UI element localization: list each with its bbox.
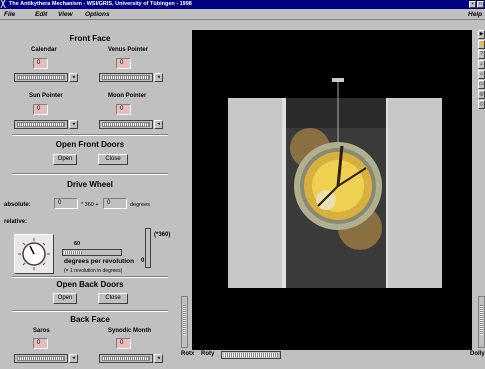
home-icon[interactable]: ⌂ bbox=[478, 60, 485, 69]
seek-icon[interactable]: ◎ bbox=[478, 90, 485, 99]
saros-label: Saros bbox=[33, 328, 50, 334]
help-icon[interactable]: ? bbox=[478, 50, 485, 59]
dpr-slider[interactable] bbox=[62, 249, 122, 256]
calendar-label: Calendar bbox=[31, 47, 57, 53]
sun-pointer-arrow-icon[interactable]: ◂ bbox=[69, 120, 78, 129]
absolute-degrees-field[interactable]: 0 bbox=[103, 198, 127, 209]
absolute-label: absolute: bbox=[4, 202, 31, 208]
moon-pointer-slider[interactable] bbox=[99, 120, 153, 129]
sun-pointer-label: Sun Pointer bbox=[29, 93, 63, 99]
moon-pointer-label: Moon Pointer bbox=[108, 93, 147, 99]
saros-field[interactable]: 0 bbox=[33, 338, 48, 349]
app-icon: ╳ bbox=[1, 1, 6, 8]
roty-thumbwheel[interactable] bbox=[221, 351, 281, 359]
menu-view[interactable]: View bbox=[58, 9, 73, 20]
divider bbox=[12, 276, 168, 278]
menu-file[interactable]: File bbox=[4, 9, 15, 20]
front-doors-heading: Open Front Doors bbox=[55, 140, 125, 149]
synodic-month-label: Synodic Month bbox=[108, 328, 151, 334]
front-face-heading: Front Face bbox=[69, 34, 111, 43]
x360-value: 0 bbox=[141, 258, 145, 264]
venus-pointer-arrow-icon[interactable]: ◂ bbox=[154, 73, 163, 82]
absolute-revolutions-field[interactable]: 0 bbox=[54, 198, 78, 209]
minimize-button[interactable]: ▪ bbox=[469, 1, 476, 8]
venus-pointer-slider[interactable] bbox=[99, 73, 153, 82]
calendar-arrow-icon[interactable]: ◂ bbox=[69, 73, 78, 82]
x360-slider[interactable] bbox=[145, 228, 151, 268]
dolly-thumbwheel[interactable] bbox=[478, 296, 485, 348]
relative-label: relative: bbox=[4, 219, 28, 225]
dpr-value: 60 bbox=[74, 241, 81, 247]
menu-help[interactable]: Help bbox=[468, 9, 482, 20]
view-all-icon[interactable]: ▭ bbox=[478, 80, 485, 89]
dolly-label: Dolly bbox=[470, 351, 485, 357]
drive-wheel-heading: Drive Wheel bbox=[67, 180, 113, 189]
back-doors-close-button[interactable]: Close bbox=[98, 293, 128, 304]
venus-pointer-label: Venus Pointer bbox=[108, 47, 149, 53]
calendar-field[interactable]: 0 bbox=[33, 58, 48, 69]
absolute-multiplier-text: * 360 + bbox=[81, 202, 99, 208]
divider bbox=[12, 310, 168, 312]
back-doors-open-button[interactable]: Open bbox=[53, 293, 77, 304]
moon-pointer-field[interactable]: 0 bbox=[116, 104, 131, 115]
x360-label: (*360) bbox=[154, 232, 171, 238]
moon-pointer-arrow-icon[interactable]: ◂ bbox=[154, 120, 163, 129]
3d-viewport[interactable] bbox=[192, 30, 472, 350]
degrees-text: degrees bbox=[130, 202, 150, 208]
sun-pointer-field[interactable]: 0 bbox=[33, 104, 48, 115]
arrow-pointer-icon[interactable]: ▶ bbox=[478, 30, 485, 39]
front-doors-close-button[interactable]: Close bbox=[98, 154, 128, 165]
synodic-month-arrow-icon[interactable]: ◂ bbox=[154, 354, 163, 363]
window-title: The Antikythera Mechanism - WSI/GRIS, Un… bbox=[9, 1, 192, 7]
venus-pointer-field[interactable]: 0 bbox=[116, 58, 131, 69]
hand-icon[interactable]: ✋ bbox=[478, 40, 485, 49]
saros-arrow-icon[interactable]: ◂ bbox=[69, 354, 78, 363]
calendar-slider[interactable] bbox=[14, 73, 68, 82]
control-panel: Front Face Calendar Venus Pointer 0 0 ◂ … bbox=[0, 20, 180, 369]
synodic-month-slider[interactable] bbox=[99, 354, 153, 363]
saros-slider[interactable] bbox=[14, 354, 68, 363]
menu-bar: File Edit View Options Help bbox=[0, 9, 485, 20]
menu-edit[interactable]: Edit bbox=[35, 9, 47, 20]
antikythera-model bbox=[228, 78, 442, 288]
sun-pointer-slider[interactable] bbox=[14, 120, 68, 129]
rotx-thumbwheel[interactable] bbox=[181, 296, 188, 348]
back-face-heading: Back Face bbox=[70, 315, 110, 324]
perspective-icon[interactable]: ◇ bbox=[478, 100, 485, 109]
divider bbox=[12, 134, 168, 136]
back-doors-heading: Open Back Doors bbox=[56, 280, 124, 289]
roty-label: Roty bbox=[201, 351, 215, 357]
front-doors-open-button[interactable]: Open bbox=[53, 154, 77, 165]
maximize-button[interactable]: □ bbox=[477, 1, 484, 8]
drive-wheel-knob[interactable] bbox=[14, 234, 54, 274]
viewer-toolbar: ▶ ✋ ? ⌂ ⌂ ▭ ◎ ◇ bbox=[478, 30, 485, 130]
dpr-label: degrees per revolution bbox=[64, 258, 135, 265]
menu-options[interactable]: Options bbox=[85, 9, 110, 20]
dial-icon bbox=[18, 238, 50, 270]
synodic-month-field[interactable]: 0 bbox=[116, 338, 131, 349]
dpr-hint: (= 1 revolution in degrees) bbox=[64, 268, 123, 274]
set-home-icon[interactable]: ⌂ bbox=[478, 70, 485, 79]
rotx-label: Rotx bbox=[181, 351, 195, 357]
divider bbox=[12, 173, 168, 175]
title-bar: ╳ The Antikythera Mechanism - WSI/GRIS, … bbox=[0, 0, 485, 9]
